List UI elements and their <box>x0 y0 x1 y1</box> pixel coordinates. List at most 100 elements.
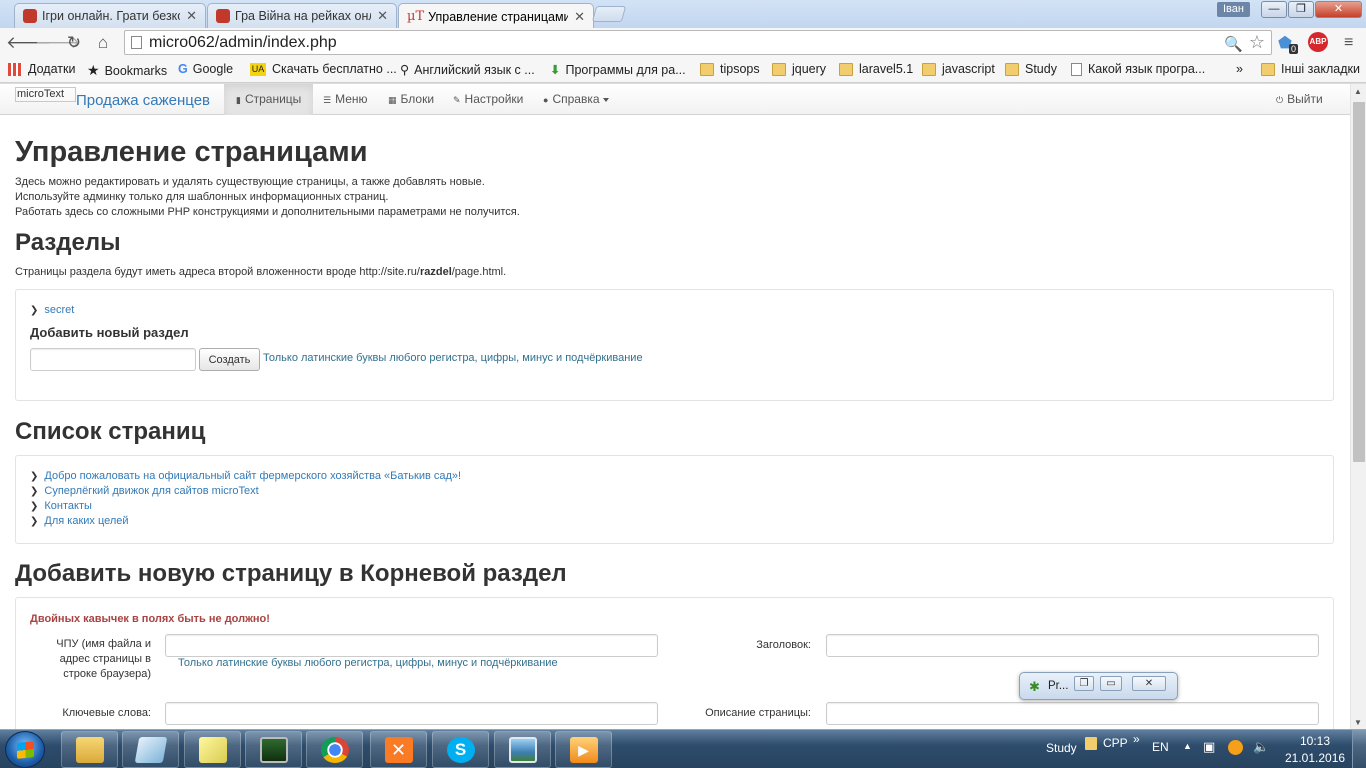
scroll-up-arrow-icon[interactable]: ▲ <box>1354 87 1362 96</box>
extension-icon[interactable]: ⬟ 0 <box>1278 33 1299 54</box>
nav-menu[interactable]: ☰ Меню <box>311 84 380 115</box>
maximize-button[interactable]: ❐ <box>1288 1 1314 18</box>
bookmark-label: tipsops <box>720 62 760 76</box>
media-player-icon: ▶ <box>569 736 598 763</box>
page-link[interactable]: Контакты <box>44 500 92 512</box>
brand-title[interactable]: Продажа саженцев <box>76 92 210 109</box>
browser-tab-war-game[interactable]: Гра Війна на рейках онлай ✕ <box>207 3 397 28</box>
minimize-button[interactable]: — <box>1261 1 1287 18</box>
scroll-down-arrow-icon[interactable]: ▼ <box>1354 718 1362 727</box>
taskbar-sticky-notes[interactable] <box>184 731 241 768</box>
heading-input[interactable] <box>826 634 1319 657</box>
bookmark-download-free[interactable]: UA Скачать бесплатно ... <box>250 62 397 76</box>
new-section-input[interactable] <box>30 348 196 371</box>
nav-pages[interactable]: ▮ Страницы <box>224 84 314 115</box>
page-list-item[interactable]: ❯ Контакты <box>30 500 92 512</box>
bookmark-folder-jquery[interactable]: jquery <box>772 62 826 76</box>
taskbar-media-player[interactable]: ▶ <box>555 731 612 768</box>
page-scrollbar[interactable]: ▲ ▼ <box>1350 84 1366 729</box>
forward-arrow-icon[interactable]: 🡒 <box>35 32 81 54</box>
page-link[interactable]: Добро пожаловать на официальный сайт фер… <box>44 470 461 482</box>
bookmark-programs[interactable]: ⬇ Программы для ра... <box>550 62 686 78</box>
home-icon[interactable]: ⌂ <box>92 32 114 54</box>
page-list-item[interactable]: ❯ Добро пожаловать на официальный сайт фе… <box>30 470 461 482</box>
scroll-thumb[interactable] <box>1353 102 1365 462</box>
browser-tab-games[interactable]: Ігри онлайн. Грати безкош ✕ <box>14 3 206 28</box>
close-icon[interactable]: ✕ <box>1132 676 1166 691</box>
slug-input[interactable] <box>165 634 658 657</box>
taskbar-chrome[interactable] <box>306 731 363 768</box>
sections-panel <box>15 289 1334 401</box>
window-close-button[interactable]: ✕ <box>1315 1 1362 18</box>
bookmark-apps[interactable]: Додатки <box>8 62 75 76</box>
browser-tab-admin[interactable]: µT Управление страницами ✕ <box>398 3 594 29</box>
bookmark-bookmarks[interactable]: ★ Bookmarks <box>87 62 167 79</box>
browser-menu-icon[interactable]: ≡ <box>1344 34 1353 52</box>
bookmarks-overflow-button[interactable]: » <box>1236 62 1243 76</box>
brand-logo-broken-image[interactable]: microText <box>15 87 76 102</box>
tab-close-icon[interactable]: ✕ <box>377 8 388 24</box>
bookmark-star-icon[interactable]: ☆ <box>1249 31 1265 54</box>
taskbar-xampp[interactable]: ✕ <box>370 731 427 768</box>
bookmark-folder-laravel[interactable]: laravel5.1 <box>839 62 913 76</box>
heading-label: Заголовок: <box>756 639 811 651</box>
taskbar-task-manager[interactable] <box>245 731 302 768</box>
maximize-icon[interactable]: ▭ <box>1100 676 1122 691</box>
tab-close-icon[interactable]: ✕ <box>574 9 585 25</box>
back-arrow-icon[interactable]: 🡐 <box>6 32 52 54</box>
bookmark-english[interactable]: ⚲ Английский язык с ... <box>400 62 535 78</box>
tab-close-icon[interactable]: ✕ <box>186 8 197 24</box>
taskbar-explorer[interactable] <box>61 731 118 768</box>
bookmark-which-language[interactable]: Какой язык програ... <box>1071 62 1205 76</box>
bookmark-google[interactable]: G Google <box>178 62 233 76</box>
tray-overflow-button[interactable]: » <box>1133 732 1140 746</box>
reload-icon[interactable]: ↻ <box>63 32 85 54</box>
section-link[interactable]: secret <box>44 304 74 316</box>
show-hidden-icons-icon[interactable]: ▲ <box>1183 741 1192 751</box>
description-input[interactable] <box>826 702 1319 725</box>
clock-date[interactable]: 21.01.2016 <box>1285 751 1345 765</box>
adblock-icon[interactable]: ABP <box>1308 32 1328 52</box>
section-item[interactable]: ❯ secret <box>30 304 74 316</box>
bookmark-folder-tipsops[interactable]: tipsops <box>700 62 760 76</box>
search-icon[interactable]: 🔍 <box>1224 33 1243 56</box>
start-button[interactable] <box>5 731 45 768</box>
power-icon: ⏻ <box>1276 95 1284 105</box>
page-link[interactable]: Для каких целей <box>44 515 128 527</box>
floating-mini-window[interactable]: ✱ Pr... ❐ ▭ ✕ <box>1019 672 1178 700</box>
nav-logout[interactable]: ⏻ Выйти <box>1264 84 1335 115</box>
other-bookmarks[interactable]: Інші закладки <box>1261 62 1360 76</box>
nav-blocks[interactable]: ▦ Блоки <box>376 84 446 115</box>
nav-settings[interactable]: ✎ Настройки <box>441 84 535 115</box>
bookmark-folder-javascript[interactable]: javascript <box>922 62 995 76</box>
language-indicator[interactable]: EN <box>1152 740 1169 754</box>
bookmark-label: Study <box>1025 62 1057 76</box>
taskbar-photo-viewer[interactable] <box>494 731 551 768</box>
folder-icon <box>1005 62 1019 76</box>
restore-icon[interactable]: ❐ <box>1074 676 1094 691</box>
usb-device-icon[interactable]: ▣ <box>1203 739 1215 755</box>
avast-icon[interactable] <box>1228 740 1243 755</box>
show-desktop-button[interactable] <box>1352 730 1366 768</box>
page-list-item[interactable]: ❯ Суперлёгкий движок для сайтов microText <box>30 485 259 497</box>
volume-icon[interactable]: 🔈 <box>1253 739 1269 755</box>
folder-icon[interactable] <box>1085 737 1097 750</box>
nav-help-dropdown[interactable]: ● Справка <box>531 84 621 115</box>
keywords-input[interactable] <box>165 702 658 725</box>
folder-icon <box>922 62 936 76</box>
taskbar-skype[interactable]: S <box>432 731 489 768</box>
page-title: Управление страницами <box>15 136 368 168</box>
address-bar[interactable]: micro062/admin/index.php 🔍 ☆ <box>124 30 1272 55</box>
profile-badge[interactable]: Іван <box>1217 2 1250 17</box>
page-link[interactable]: Суперлёгкий движок для сайтов microText <box>44 485 258 497</box>
keywords-label: Ключевые слова: <box>62 707 151 719</box>
new-tab-button[interactable] <box>591 6 627 22</box>
photo-viewer-icon <box>508 736 537 763</box>
tray-cpp-toolbar[interactable]: CPP <box>1103 736 1128 750</box>
taskbar-notepad[interactable] <box>122 731 179 768</box>
create-section-button[interactable]: Создать <box>199 348 260 371</box>
clock-time[interactable]: 10:13 <box>1300 734 1330 748</box>
page-list-item[interactable]: ❯ Для каких целей <box>30 515 129 527</box>
tray-study-toolbar[interactable]: Study <box>1046 741 1077 755</box>
bookmark-folder-study[interactable]: Study <box>1005 62 1057 76</box>
